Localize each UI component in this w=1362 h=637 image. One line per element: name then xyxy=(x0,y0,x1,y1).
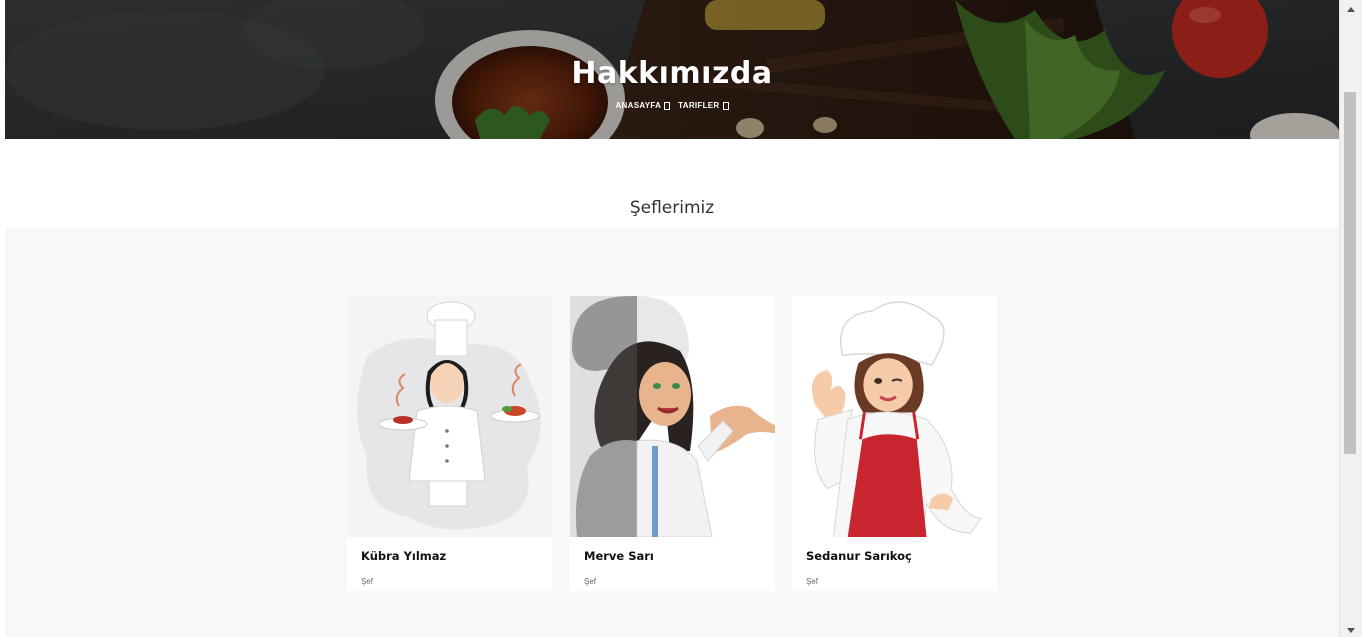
vertical-scrollbar[interactable] xyxy=(1339,0,1362,637)
breadcrumb: ANASAYFA TARIFLER xyxy=(5,101,1339,110)
scrollbar-thumb[interactable] xyxy=(1344,92,1356,454)
breadcrumb-separator-icon xyxy=(722,101,729,110)
chef-role: Şef xyxy=(361,577,374,586)
hero-banner: Hakkımızda ANASAYFA TARIFLER xyxy=(5,0,1339,139)
chef-card[interactable]: Merve Sarı Şef xyxy=(570,296,775,591)
chef-role: Şef xyxy=(806,577,819,586)
chef-name: Sedanur Sarıkoç xyxy=(806,549,912,563)
chef-card[interactable]: Sedanur Sarıkoç Şef xyxy=(792,296,997,591)
scroll-down-arrow-icon[interactable] xyxy=(1347,628,1355,633)
breadcrumb-item-recipes[interactable]: TARIFLER xyxy=(678,101,729,110)
breadcrumb-home-link[interactable]: ANASAYFA xyxy=(615,101,661,110)
page-title: Hakkımızda xyxy=(571,56,773,91)
breadcrumb-item-home[interactable]: ANASAYFA xyxy=(615,101,671,110)
chef-photo xyxy=(793,296,996,537)
section-title: Şeflerimiz xyxy=(629,198,715,218)
breadcrumb-recipes-link[interactable]: TARIFLER xyxy=(678,101,719,110)
chef-name: Kübra Yılmaz xyxy=(361,549,447,563)
scroll-up-arrow-icon[interactable] xyxy=(1347,7,1355,12)
chef-card[interactable]: Kübra Yılmaz Şef xyxy=(347,296,552,591)
chefs-section: Kübra Yılmaz Şef Merve Sarı Şef Sedanur … xyxy=(5,227,1339,637)
chef-name: Merve Sarı xyxy=(584,549,654,563)
breadcrumb-separator-icon xyxy=(664,101,671,110)
chef-role: Şef xyxy=(584,577,597,586)
page: Hakkımızda ANASAYFA TARIFLER Şeflerimiz xyxy=(0,0,1362,637)
chef-photo xyxy=(570,296,775,537)
chef-photo xyxy=(347,296,552,537)
